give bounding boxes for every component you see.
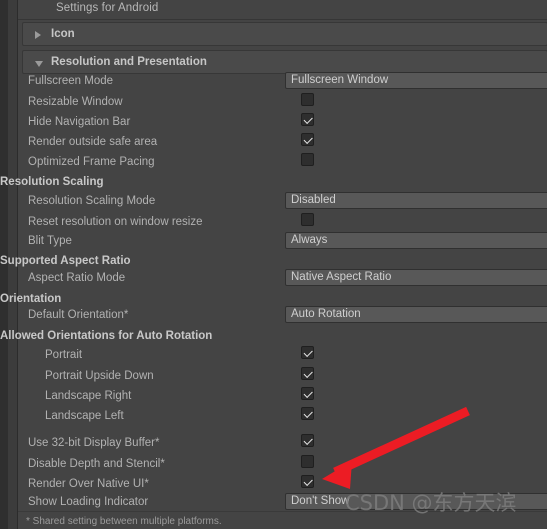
dropdown-value-default-orientation: Auto Rotation bbox=[291, 308, 361, 320]
title-divider bbox=[18, 19, 547, 20]
dropdown-fullscreen-mode[interactable]: Fullscreen Window bbox=[285, 72, 547, 89]
checkbox-landscape-left[interactable] bbox=[301, 407, 314, 420]
checkbox-use-32bit-display-buffer[interactable] bbox=[301, 434, 314, 447]
dropdown-aspect-ratio-mode[interactable]: Native Aspect Ratio bbox=[285, 269, 547, 286]
setting-label-aspect-ratio-mode: Aspect Ratio Mode bbox=[28, 272, 126, 284]
setting-row-landscape-right: Landscape Right bbox=[0, 387, 547, 407]
checkbox-landscape-right[interactable] bbox=[301, 387, 314, 400]
setting-row-default-orientation: Default Orientation* Auto Rotation bbox=[0, 306, 547, 326]
section-label-resolution-and-presentation: Resolution and Presentation bbox=[51, 56, 207, 68]
setting-row-use-32bit-display-buffer: Use 32-bit Display Buffer* bbox=[0, 434, 547, 454]
setting-row-landscape-left: Landscape Left bbox=[0, 407, 547, 427]
setting-label-resolution-scaling-group: Resolution Scaling bbox=[0, 176, 104, 188]
checkbox-optimized-frame-pacing[interactable] bbox=[301, 153, 314, 166]
settings-window: Settings for Android Icon Resolution and… bbox=[0, 0, 547, 529]
setting-row-resolution-scaling-mode: Resolution Scaling Mode Disabled bbox=[0, 192, 547, 212]
dropdown-value-show-loading-indicator: Don't Show bbox=[291, 495, 350, 507]
checkbox-reset-resolution-on-resize[interactable] bbox=[301, 213, 314, 226]
setting-label-resizable-window: Resizable Window bbox=[28, 96, 123, 108]
dropdown-value-fullscreen-mode: Fullscreen Window bbox=[291, 74, 389, 86]
setting-label-supported-aspect-ratio-group: Supported Aspect Ratio bbox=[0, 255, 131, 267]
triangle-right-icon bbox=[35, 31, 41, 39]
setting-row-reset-resolution-on-resize: Reset resolution on window resize bbox=[0, 213, 547, 233]
setting-label-optimized-frame-pacing: Optimized Frame Pacing bbox=[28, 156, 155, 168]
watermark-text: CSDN @东方天滨 bbox=[345, 491, 517, 515]
setting-label-reset-resolution-on-resize: Reset resolution on window resize bbox=[28, 216, 203, 228]
checkbox-render-outside-safe-area[interactable] bbox=[301, 133, 314, 146]
checkbox-hide-navigation-bar[interactable] bbox=[301, 113, 314, 126]
setting-label-resolution-scaling-mode: Resolution Scaling Mode bbox=[28, 195, 156, 207]
setting-row-optimized-frame-pacing: Optimized Frame Pacing bbox=[0, 153, 547, 173]
setting-label-disable-depth-and-stencil: Disable Depth and Stencil* bbox=[28, 458, 165, 470]
section-header-resolution-and-presentation[interactable]: Resolution and Presentation bbox=[22, 50, 547, 74]
setting-label-render-over-native-ui: Render Over Native UI* bbox=[28, 478, 149, 490]
setting-row-allowed-orientations-group: Allowed Orientations for Auto Rotation bbox=[0, 327, 547, 347]
section-header-icon[interactable]: Icon bbox=[22, 22, 547, 46]
checkbox-portrait-upside-down[interactable] bbox=[301, 367, 314, 380]
setting-row-resizable-window: Resizable Window bbox=[0, 93, 547, 113]
setting-row-fullscreen-mode: Fullscreen Mode Fullscreen Window bbox=[0, 72, 547, 92]
dropdown-value-resolution-scaling-mode: Disabled bbox=[291, 194, 336, 206]
setting-label-show-loading-indicator: Show Loading Indicator bbox=[28, 496, 149, 508]
dropdown-value-aspect-ratio-mode: Native Aspect Ratio bbox=[291, 271, 392, 283]
checkbox-resizable-window[interactable] bbox=[301, 93, 314, 106]
page-title: Settings for Android bbox=[56, 2, 159, 14]
setting-label-render-outside-safe-area: Render outside safe area bbox=[28, 136, 158, 148]
setting-row-resolution-scaling-group: Resolution Scaling bbox=[0, 173, 547, 193]
setting-label-fullscreen-mode: Fullscreen Mode bbox=[28, 75, 114, 87]
setting-row-render-outside-safe-area: Render outside safe area bbox=[0, 133, 547, 153]
setting-label-orientation-group: Orientation bbox=[0, 293, 62, 305]
checkbox-portrait[interactable] bbox=[301, 346, 314, 359]
shared-setting-footnote: * Shared setting between multiple platfo… bbox=[26, 516, 222, 527]
dropdown-resolution-scaling-mode[interactable]: Disabled bbox=[285, 192, 547, 209]
setting-label-blit-type: Blit Type bbox=[28, 235, 72, 247]
setting-label-hide-navigation-bar: Hide Navigation Bar bbox=[28, 116, 131, 128]
setting-label-portrait-upside-down: Portrait Upside Down bbox=[45, 370, 154, 382]
setting-row-portrait-upside-down: Portrait Upside Down bbox=[0, 367, 547, 387]
setting-row-disable-depth-and-stencil: Disable Depth and Stencil* bbox=[0, 455, 547, 475]
dropdown-value-blit-type: Always bbox=[291, 234, 328, 246]
setting-label-landscape-right: Landscape Right bbox=[45, 390, 132, 402]
setting-row-blit-type: Blit Type Always bbox=[0, 232, 547, 252]
setting-label-default-orientation: Default Orientation* bbox=[28, 309, 129, 321]
checkbox-render-over-native-ui[interactable] bbox=[301, 475, 314, 488]
section-label-icon: Icon bbox=[51, 28, 75, 40]
setting-row-portrait: Portrait bbox=[0, 346, 547, 366]
triangle-down-icon bbox=[35, 61, 43, 67]
dropdown-default-orientation[interactable]: Auto Rotation bbox=[285, 306, 547, 323]
dropdown-blit-type[interactable]: Always bbox=[285, 232, 547, 249]
setting-row-aspect-ratio-mode: Aspect Ratio Mode Native Aspect Ratio bbox=[0, 269, 547, 289]
setting-label-portrait: Portrait bbox=[45, 349, 83, 361]
setting-label-landscape-left: Landscape Left bbox=[45, 410, 124, 422]
setting-label-allowed-orientations-group: Allowed Orientations for Auto Rotation bbox=[0, 330, 213, 342]
setting-row-hide-navigation-bar: Hide Navigation Bar bbox=[0, 113, 547, 133]
checkbox-disable-depth-and-stencil[interactable] bbox=[301, 455, 314, 468]
setting-label-use-32bit-display-buffer: Use 32-bit Display Buffer* bbox=[28, 437, 160, 449]
